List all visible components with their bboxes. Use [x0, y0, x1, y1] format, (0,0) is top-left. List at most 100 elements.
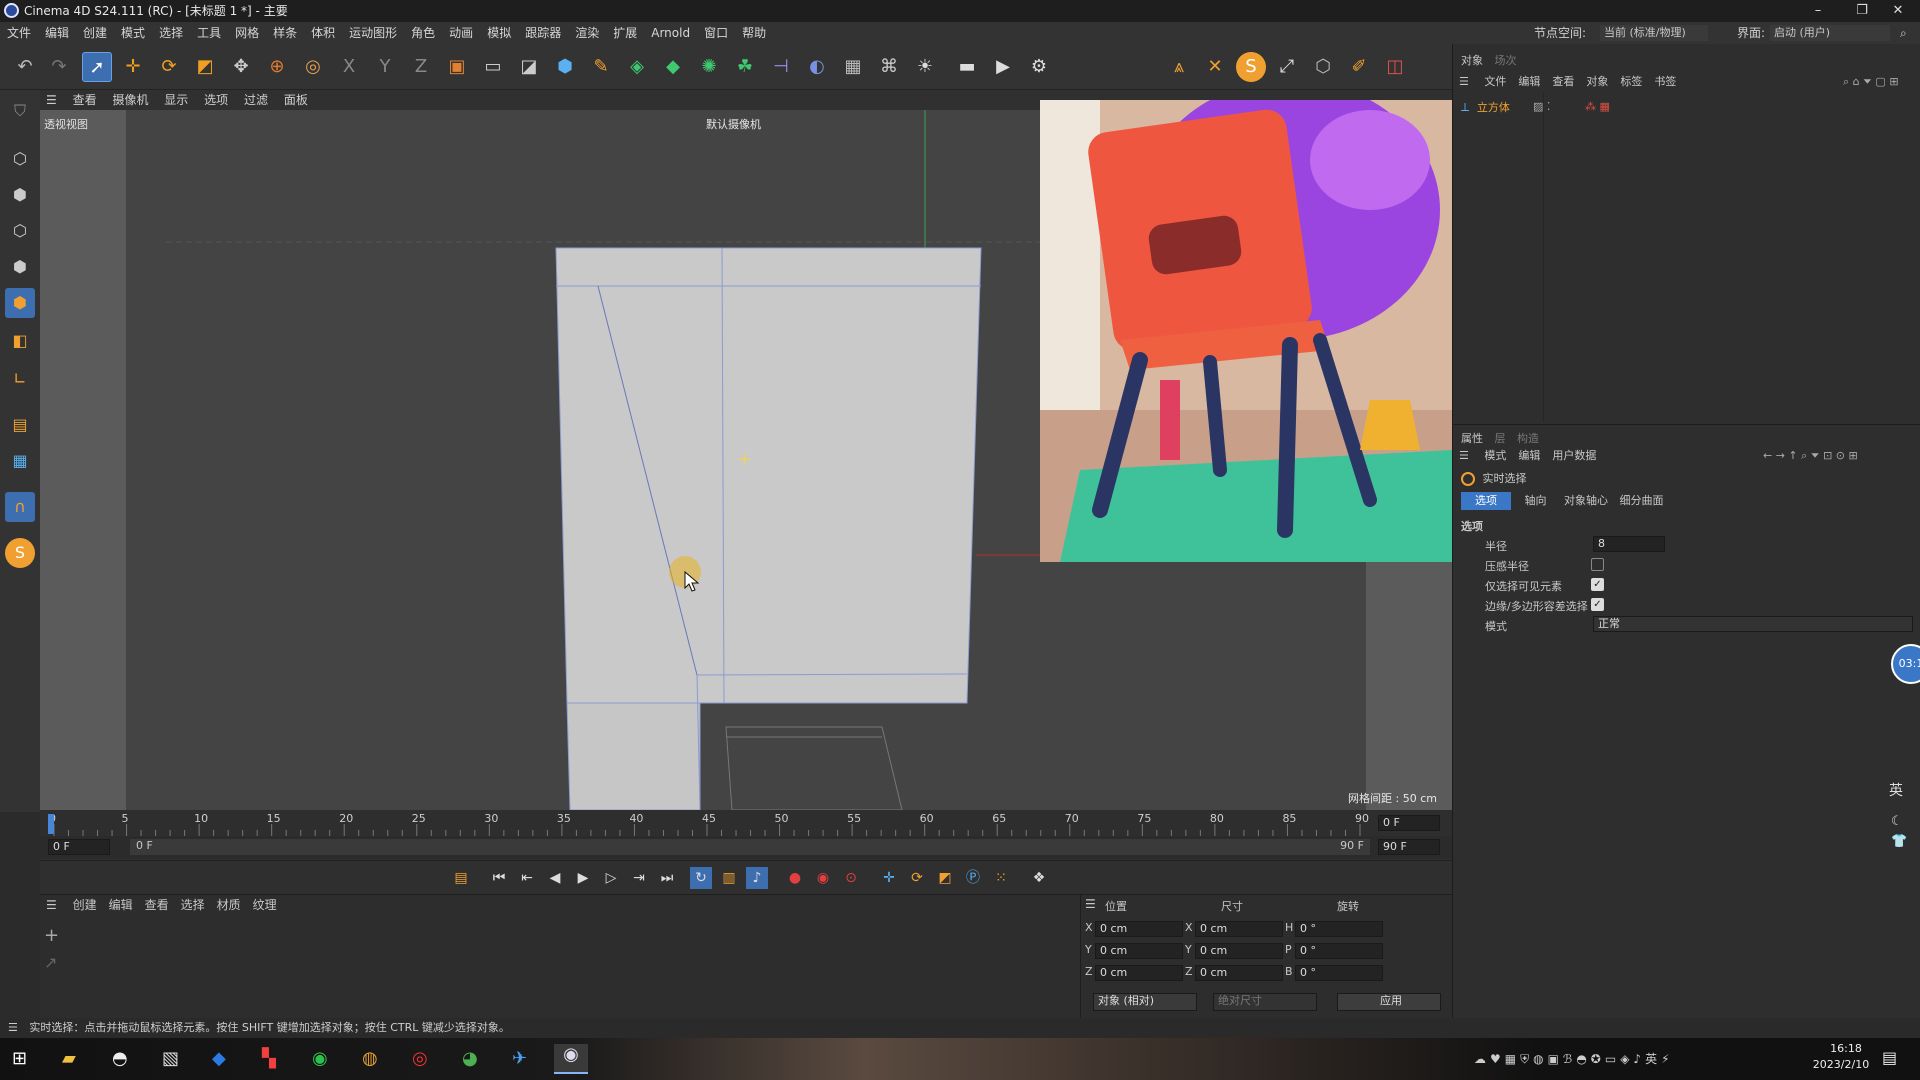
menu-create[interactable]: 创建 [76, 22, 114, 44]
shirt-icon[interactable]: 👕 [1891, 834, 1907, 849]
scripts-s-icon[interactable]: S [1236, 52, 1266, 82]
menu-spline[interactable]: 样条 [266, 22, 304, 44]
polygons-mode-icon[interactable]: ⬢ [5, 252, 35, 282]
points-mode-icon[interactable]: ⬡ [5, 144, 35, 174]
size-z-field[interactable]: 0 cm [1195, 965, 1283, 981]
menu-mesh[interactable]: 网格 [228, 22, 266, 44]
menu-simulate[interactable]: 模拟 [480, 22, 518, 44]
recording-badge[interactable]: 03:1 [1891, 644, 1920, 684]
file-explorer-icon[interactable]: ▰ [62, 1048, 76, 1069]
pos-y-field[interactable]: 0 cm [1095, 943, 1183, 959]
object-mode-icon[interactable]: ⬡ [1308, 52, 1338, 82]
mat-menu-texture[interactable]: 纹理 [247, 898, 283, 912]
next-frame-icon[interactable]: ▷ [600, 867, 622, 889]
axis-mode-icon[interactable]: ∟ [5, 364, 35, 394]
vp-menu-panel[interactable]: 面板 [278, 90, 314, 110]
attr-menu-edit[interactable]: 编辑 [1512, 449, 1546, 462]
object-name[interactable]: 立方体 [1477, 101, 1510, 114]
playhead[interactable] [48, 814, 54, 834]
tab-attributes[interactable]: 属性 [1461, 432, 1483, 445]
mat-menu-create[interactable]: 创建 [67, 898, 103, 912]
attr-menu-userdata[interactable]: 用户数据 [1546, 449, 1602, 462]
hamburger-icon[interactable]: ☰ [1453, 449, 1475, 462]
lark-icon[interactable]: ✈ [512, 1048, 527, 1069]
size-y-field[interactable]: 0 cm [1195, 943, 1283, 959]
vp-menu-cameras[interactable]: 摄像机 [106, 90, 154, 110]
subtab-options[interactable]: 选项 [1461, 492, 1511, 510]
obj-menu-edit[interactable]: 编辑 [1512, 75, 1546, 88]
object-row-cube[interactable]: ⟂ 立方体 ▨ ⁚ ⁂ ▦ [1461, 98, 1920, 116]
select-tool-icon[interactable]: ➚ [82, 52, 112, 82]
mat-menu-material[interactable]: 材质 [211, 898, 247, 912]
moon-icon[interactable]: ☾ [1891, 814, 1903, 829]
auto-record-icon[interactable]: ◉ [812, 867, 834, 889]
coord-mode-select[interactable]: 对象 (相对) [1093, 993, 1197, 1011]
wechat-icon[interactable]: ◉ [312, 1048, 328, 1069]
menu-mograph[interactable]: 运动图形 [342, 22, 404, 44]
menu-edit[interactable]: 编辑 [38, 22, 76, 44]
qq-icon[interactable]: ◓ [112, 1048, 128, 1069]
key-scale-icon[interactable]: ◩ [934, 867, 956, 889]
mat-menu-view[interactable]: 查看 [139, 898, 175, 912]
axis-icon[interactable]: ⤢ [1272, 52, 1302, 82]
camera-icon[interactable]: ⌘ [874, 52, 904, 82]
previous-frame-icon[interactable]: ◀ [544, 867, 566, 889]
menu-render[interactable]: 渲染 [568, 22, 606, 44]
size-mode-select[interactable]: 绝对尺寸 [1213, 993, 1317, 1011]
magnet-icon[interactable]: ∩ [5, 492, 35, 522]
circle-select-icon[interactable]: ◎ [298, 52, 328, 82]
tray-icons[interactable]: ☁♥▦⛨◍▣ℬ◓✪▭◈♪英⚡ [1474, 1050, 1674, 1067]
rot-h-field[interactable]: 0 ° [1295, 921, 1383, 937]
menu-volume[interactable]: 体积 [304, 22, 342, 44]
material-arrow-icon[interactable]: ↗ [44, 953, 57, 972]
render-active-icon[interactable]: ▶ [988, 52, 1018, 82]
obj-menu-bookmarks[interactable]: 书签 [1648, 75, 1682, 88]
search-icon[interactable]: ⌕ [1900, 22, 1907, 44]
solo-icon[interactable]: ◧ [5, 326, 35, 356]
undo-icon[interactable]: ↶ [10, 52, 40, 82]
rot-b-field[interactable]: 0 ° [1295, 965, 1383, 981]
minimize-button[interactable]: – [1796, 0, 1840, 22]
mat-menu-edit[interactable]: 编辑 [103, 898, 139, 912]
go-to-end-icon[interactable]: ⏭ [656, 867, 678, 889]
bend-deformer-icon[interactable]: ⊣ [766, 52, 796, 82]
visible-only-checkbox[interactable]: ✓ [1591, 578, 1604, 591]
s-script-icon[interactable]: S [5, 538, 35, 568]
visibility-dots-icon[interactable]: ▨ ⁚ [1533, 98, 1550, 116]
radius-field[interactable]: 8 [1593, 536, 1665, 552]
live-select-icon[interactable]: ⊕ [262, 52, 292, 82]
clock-date[interactable]: 2023/2/10 [1805, 1058, 1877, 1071]
light-icon[interactable]: ☀ [910, 52, 940, 82]
record-settings-icon[interactable]: ▤ [450, 867, 472, 889]
vp-menu-filter[interactable]: 过滤 [238, 90, 274, 110]
subtab-subdivision[interactable]: 细分曲面 [1616, 492, 1668, 510]
render-queue-icon[interactable]: ◫ [1380, 52, 1410, 82]
workplane-icon[interactable]: ✕ [1200, 52, 1230, 82]
extrude-icon[interactable]: ◆ [658, 52, 688, 82]
tag-icon[interactable]: ⁂ ▦ [1585, 98, 1610, 116]
rot-p-field[interactable]: 0 ° [1295, 943, 1383, 959]
record-selection-icon[interactable]: ⊙ [840, 867, 862, 889]
render-picture-icon[interactable]: ◪ [514, 52, 544, 82]
ime-lang-indicator[interactable]: 英 [1889, 780, 1903, 800]
transform-tool-icon[interactable]: ✥ [226, 52, 256, 82]
clock-time[interactable]: 16:18 [1815, 1042, 1877, 1055]
loop-icon[interactable]: ↻ [690, 867, 712, 889]
pos-x-field[interactable]: 0 cm [1095, 921, 1183, 937]
nav-arrows-icon[interactable]: ← → ↑ ⌕ ⏷ ⊡ ⊙ ⊞ [1763, 446, 1858, 466]
key-rotation-icon[interactable]: ⟳ [906, 867, 928, 889]
autokey-icon[interactable]: ♪ [746, 867, 768, 889]
vp-menu-display[interactable]: 显示 [158, 90, 194, 110]
subdivision-icon[interactable]: ◈ [622, 52, 652, 82]
key-position-icon[interactable]: ✛ [878, 867, 900, 889]
mograph-icon[interactable]: ☘ [730, 52, 760, 82]
tab-takes[interactable]: 场次 [1495, 54, 1517, 67]
texture-mode-icon[interactable]: ⬢ [5, 180, 35, 210]
vp-menu-view[interactable]: 查看 [67, 90, 103, 110]
app-icon[interactable]: ▧ [162, 1048, 179, 1069]
browser-icon[interactable]: ◍ [362, 1048, 378, 1069]
scale-tool-icon[interactable]: ◩ [190, 52, 220, 82]
obj-menu-view[interactable]: 查看 [1546, 75, 1580, 88]
keyframe-icon[interactable]: ▥ [718, 867, 740, 889]
current-frame-field[interactable]: 0 F [1378, 815, 1440, 831]
